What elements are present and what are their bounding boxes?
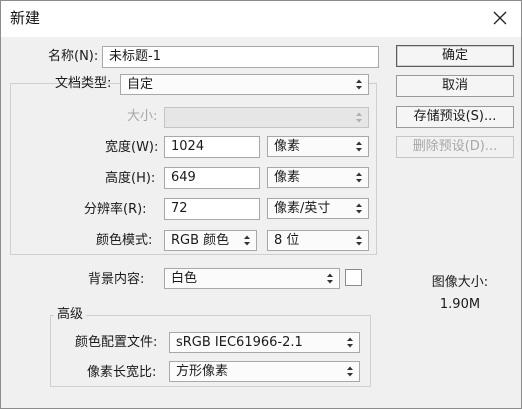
advanced-legend: 高级: [54, 307, 87, 323]
background-color-swatch[interactable]: [345, 269, 362, 286]
color-mode-label: 颜色模式:: [96, 233, 153, 248]
color-profile-label: 颜色配置文件:: [75, 335, 158, 350]
height-unit-select[interactable]: 像素: [267, 167, 369, 188]
resolution-input[interactable]: 72: [164, 198, 260, 220]
color-mode-value: RGB 颜色: [171, 233, 230, 248]
color-mode-select[interactable]: RGB 颜色: [164, 230, 257, 251]
delete-preset-button: 删除预设(D)...: [396, 136, 514, 158]
resolution-unit-value: 像素/英寸: [274, 201, 331, 216]
bit-depth-value: 8 位: [274, 233, 300, 248]
background-value: 白色: [171, 271, 198, 286]
height-label: 高度(H):: [105, 171, 156, 186]
resolution-unit-select[interactable]: 像素/英寸: [267, 198, 369, 219]
new-document-dialog: 新建 名称(N): 未标题-1 文档类型: 自定 大小: 宽度(W): 1024…: [0, 0, 522, 409]
color-profile-select[interactable]: sRGB IEC61966-2.1: [169, 332, 360, 353]
image-size-label: 图像大小:: [431, 275, 489, 290]
bit-depth-select[interactable]: 8 位: [267, 230, 369, 251]
resolution-label: 分辨率(R):: [84, 202, 147, 217]
height-unit-value: 像素: [274, 170, 301, 185]
doc-type-value: 自定: [127, 77, 154, 92]
dropdown-arrows-icon: [355, 140, 363, 153]
dialog-title: 新建: [10, 9, 41, 27]
pixel-aspect-value: 方形像素: [176, 364, 229, 379]
close-button[interactable]: [485, 3, 515, 33]
dropdown-arrows-icon: [243, 234, 251, 247]
dropdown-arrows-icon: [355, 78, 363, 91]
dropdown-arrows-icon: [355, 202, 363, 215]
width-label: 宽度(W):: [105, 140, 159, 155]
height-input[interactable]: 649: [164, 167, 260, 189]
color-profile-value: sRGB IEC61966-2.1: [176, 335, 303, 350]
dropdown-arrows-icon: [346, 336, 354, 349]
pixel-aspect-select[interactable]: 方形像素: [169, 361, 360, 382]
name-label: 名称(N):: [48, 49, 99, 64]
doc-type-select[interactable]: 自定: [120, 74, 369, 95]
name-input[interactable]: 未标题-1: [102, 46, 379, 68]
doc-type-label: 文档类型:: [55, 76, 112, 91]
width-unit-value: 像素: [274, 139, 301, 154]
pixel-aspect-label: 像素长宽比:: [87, 365, 157, 380]
dropdown-arrows-icon: [326, 272, 334, 285]
width-unit-select[interactable]: 像素: [267, 136, 369, 157]
dropdown-arrows-icon: [355, 234, 363, 247]
title-bar: 新建: [1, 1, 521, 37]
size-label: 大小:: [127, 109, 158, 124]
dropdown-arrows-icon: [355, 171, 363, 184]
background-label: 背景内容:: [88, 272, 145, 287]
cancel-button[interactable]: 取消: [396, 75, 514, 97]
background-select[interactable]: 白色: [164, 268, 340, 289]
close-icon: [493, 11, 507, 25]
width-input[interactable]: 1024: [164, 136, 260, 158]
image-size-value: 1.90M: [439, 297, 481, 312]
size-select: [164, 107, 369, 128]
dropdown-arrows-icon: [355, 111, 363, 124]
ok-button[interactable]: 确定: [396, 45, 514, 67]
save-preset-button[interactable]: 存储预设(S)...: [396, 106, 514, 128]
dropdown-arrows-icon: [346, 365, 354, 378]
